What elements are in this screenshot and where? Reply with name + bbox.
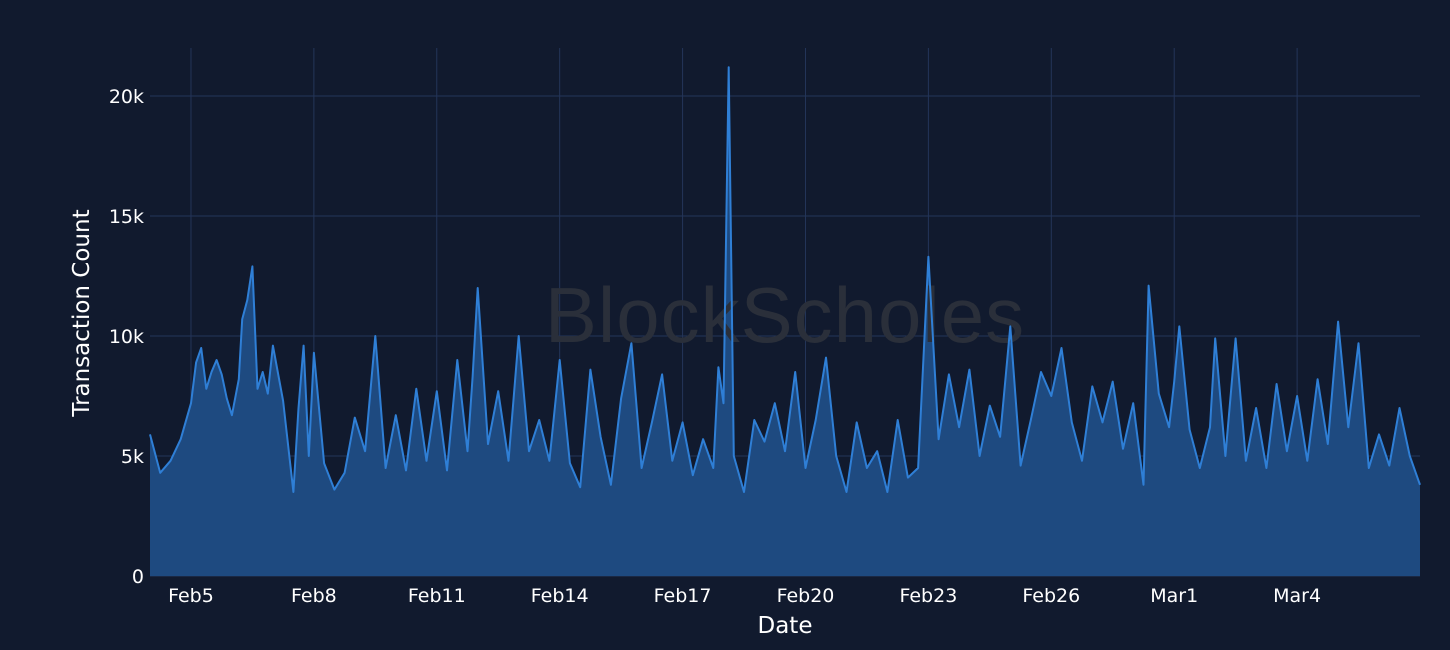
x-tick-label: Feb5: [168, 585, 214, 607]
transaction-count-chart: BlockScholes Feb5 Feb8 Feb11 Feb14 Feb17 Feb2…: [0, 0, 1450, 650]
x-tick-label: Feb11: [408, 585, 466, 607]
y-tick-label: 20k: [109, 86, 144, 108]
watermark: BlockScholes: [545, 271, 1025, 359]
x-tick-label: Feb17: [654, 585, 712, 607]
x-tick-label: Mar1: [1150, 585, 1198, 607]
y-tick-label: 5k: [121, 446, 144, 468]
y-tick-label: 0: [132, 566, 144, 588]
x-tick-label: Mar4: [1273, 585, 1321, 607]
x-axis-title: Date: [758, 613, 813, 639]
x-tick-label: Feb8: [291, 585, 337, 607]
x-tick-label: Feb14: [531, 585, 589, 607]
x-tick-label: Feb23: [899, 585, 957, 607]
y-axis-title: Transaction Count: [69, 209, 95, 417]
y-tick-label: 10k: [109, 326, 144, 348]
y-tick-label: 15k: [109, 206, 144, 228]
x-tick-label: Feb20: [777, 585, 835, 607]
x-tick-label: Feb26: [1022, 585, 1080, 607]
